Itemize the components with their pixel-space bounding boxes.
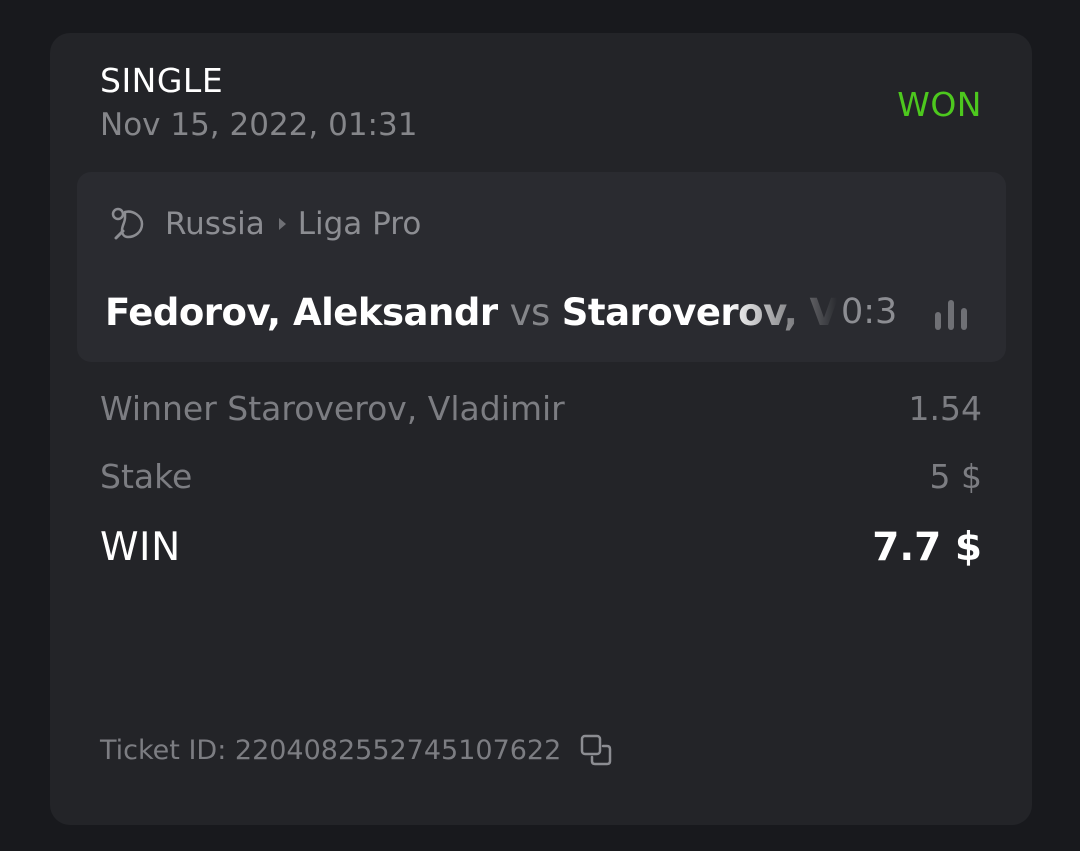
stats-bars-icon[interactable]: [935, 296, 971, 330]
odds-value: 1.54: [908, 389, 982, 428]
player1-name: Fedorov, Aleksandr: [105, 290, 498, 334]
vs-label: vs: [509, 290, 551, 334]
bet-ticket-card: SINGLE Nov 15, 2022, 01:31 WON Russia Li…: [50, 33, 1032, 825]
selection-row: Winner Staroverov, Vladimir 1.54: [100, 389, 982, 428]
ticket-id-row: Ticket ID: 2204082552745107622: [100, 733, 613, 767]
country-label: Russia: [165, 206, 265, 242]
stake-label: Stake: [100, 457, 193, 496]
breadcrumb: Russia Liga Pro: [109, 202, 421, 246]
breadcrumb-arrow-icon: [278, 218, 286, 230]
match-score: 0:3: [841, 292, 898, 332]
event-box[interactable]: Russia Liga Pro Fedorov, Aleksandr vs Star…: [77, 172, 1006, 362]
stake-value: 5 $: [929, 457, 982, 496]
copy-icon[interactable]: [579, 733, 613, 767]
table-tennis-icon: [109, 204, 149, 244]
win-value: 7.7 $: [872, 525, 982, 570]
bet-date: Nov 15, 2022, 01:31: [100, 107, 418, 143]
bet-type: SINGLE: [100, 61, 224, 100]
win-label: WIN: [100, 525, 181, 570]
league-label: Liga Pro: [297, 206, 422, 242]
player2-name: Staroverov, Vladimir: [561, 290, 837, 334]
win-row: WIN 7.7 $: [100, 525, 982, 570]
match-names: Fedorov, AleksandrvsStaroverov, Vladimir: [105, 290, 837, 334]
ticket-id: Ticket ID: 2204082552745107622: [100, 734, 562, 766]
selection-label: Winner Staroverov, Vladimir: [100, 389, 565, 428]
match-row: Fedorov, AleksandrvsStaroverov, Vladimir…: [105, 284, 897, 340]
status-badge: WON: [897, 85, 982, 124]
stake-row: Stake 5 $: [100, 457, 982, 496]
